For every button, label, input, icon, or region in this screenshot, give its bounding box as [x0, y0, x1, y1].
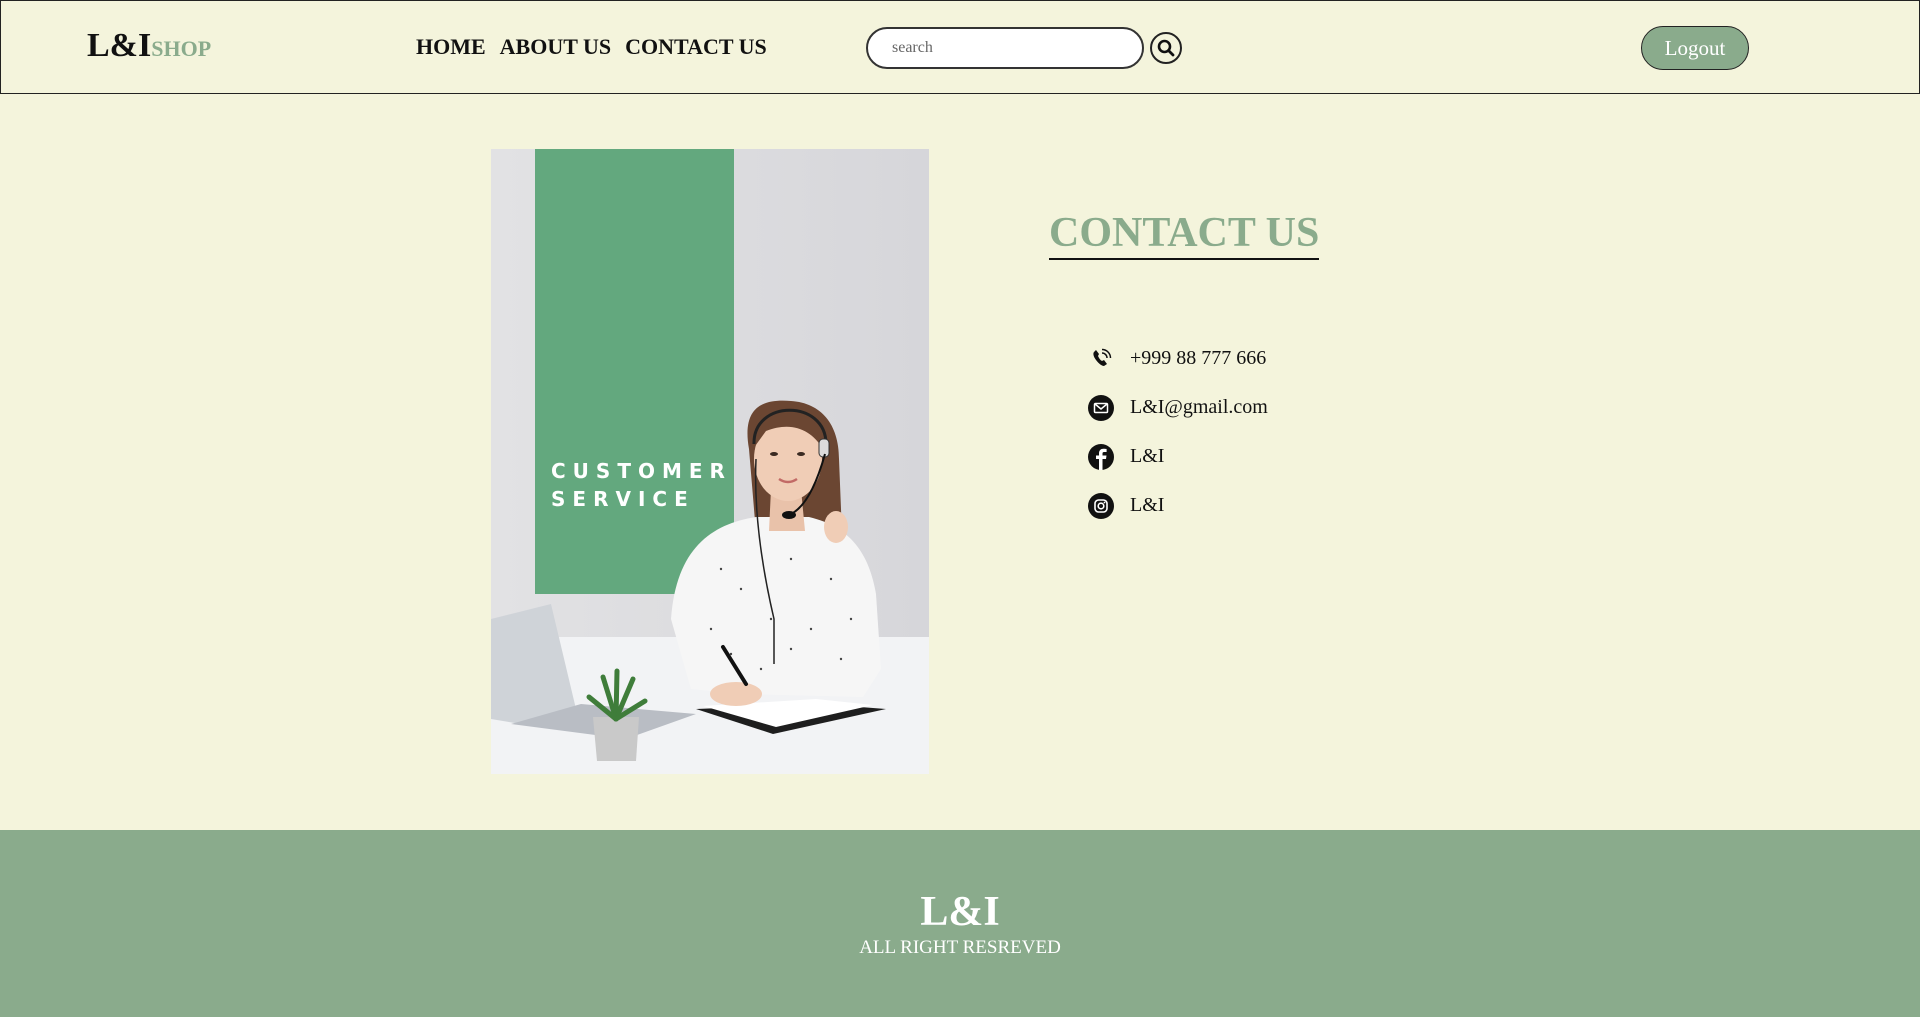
- promo-caption: CUSTOMER SERVICE: [551, 457, 732, 513]
- contact-email-text: L&I@gmail.com: [1130, 396, 1268, 418]
- contact-facebook-text: L&I: [1130, 445, 1165, 467]
- contact-email[interactable]: L&I@gmail.com: [1088, 383, 1268, 432]
- search-button[interactable]: [1150, 32, 1182, 64]
- logo-sub: SHOP: [151, 36, 212, 61]
- email-icon: [1088, 394, 1114, 421]
- contact-title: CONTACT US: [1049, 208, 1320, 260]
- site-footer: L&I ALL RIGHT RESREVED: [0, 830, 1920, 1017]
- contact-instagram[interactable]: L&I: [1088, 481, 1268, 530]
- footer-brand: L&I: [920, 889, 1000, 935]
- instagram-icon: [1088, 492, 1114, 519]
- contact-list: +999 88 777 666 L&I@gmail.com L&I L&I: [1088, 334, 1268, 530]
- customer-service-image: CUSTOMER SERVICE: [491, 149, 929, 774]
- promo-caption-line1: CUSTOMER: [551, 459, 732, 483]
- facebook-icon: [1088, 443, 1114, 470]
- contact-instagram-text: L&I: [1130, 494, 1165, 516]
- contact-phone-text: +999 88 777 666: [1130, 347, 1267, 369]
- contact-phone[interactable]: +999 88 777 666: [1088, 334, 1268, 383]
- nav-contact-us[interactable]: CONTACT US: [625, 34, 767, 60]
- contact-facebook[interactable]: L&I: [1088, 432, 1268, 481]
- logout-button[interactable]: Logout: [1641, 26, 1749, 70]
- nav-about-us[interactable]: ABOUT US: [500, 34, 611, 60]
- search-input[interactable]: [866, 27, 1144, 69]
- promo-caption-line2: SERVICE: [551, 487, 695, 511]
- search-icon: [1157, 39, 1175, 57]
- site-header: L&ISHOP HOME ABOUT US CONTACT US Logout: [0, 0, 1920, 94]
- logo-main: L&I: [87, 27, 152, 64]
- main-nav: HOME ABOUT US CONTACT US: [416, 34, 767, 60]
- site-logo[interactable]: L&ISHOP: [87, 27, 211, 65]
- phone-icon: [1088, 346, 1114, 372]
- footer-rights: ALL RIGHT RESREVED: [859, 937, 1061, 958]
- nav-home[interactable]: HOME: [416, 34, 486, 60]
